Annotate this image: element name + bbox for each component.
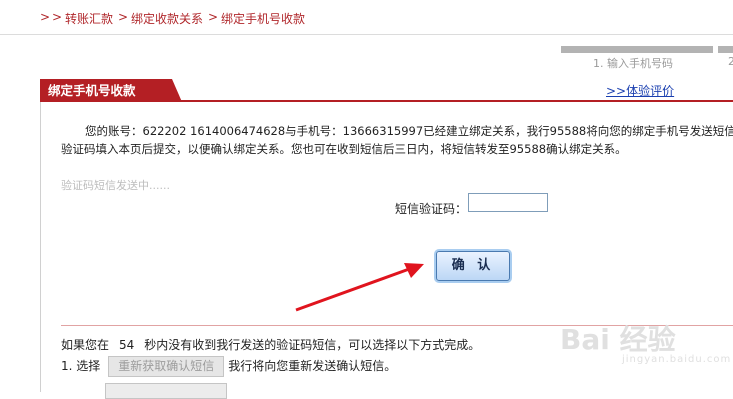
step-label-1: 1. 输入手机号码 [593, 57, 673, 70]
option1-suffix: 我行将向您重新发送确认短信。 [228, 359, 397, 373]
sms-code-label: 短信验证码： [395, 202, 468, 216]
resend-sms-button[interactable]: 重新获取确认短信 [108, 356, 225, 377]
fallback-option-1: 1. 选择 重新获取确认短信 我行将向您重新发送确认短信。 [61, 356, 396, 377]
breadcrumb-arrow: > [40, 10, 51, 24]
sms-code-input[interactable] [468, 193, 548, 212]
breadcrumb-arrow: > [52, 10, 63, 24]
confirm-button[interactable]: 确 认 [436, 251, 510, 281]
step-progress-bar [561, 46, 713, 53]
rate-experience-link[interactable]: >>体验评价 [606, 82, 674, 99]
step-progress-bar [718, 46, 733, 53]
message-line-1: 您的账号：622202 1614006474628与手机号：1366631599… [85, 124, 733, 138]
message-line-2: 验证码填入本页后提交，以便确认绑定关系。您也可在收到短信后三日内，将短信转发至9… [61, 142, 627, 156]
breadcrumb-arrow: > [208, 10, 219, 24]
content-border [40, 102, 41, 392]
tab-tail-decoration [172, 79, 182, 102]
fallback-option-2 [61, 381, 251, 399]
baidu-watermark: Bai 经验 jingyan.baidu.com [560, 323, 732, 365]
breadcrumb-item-bind-phone: 绑定手机号收款 [221, 12, 306, 26]
step-label-2: 2 [728, 55, 733, 68]
tab-bind-phone: 绑定手机号收款 [40, 79, 172, 102]
sms-sending-status: 验证码短信发送中...... [61, 179, 170, 192]
breadcrumb-arrow: > [118, 10, 129, 24]
breadcrumb-item-bind-relation[interactable]: 绑定收款关系 [131, 10, 203, 27]
breadcrumb: > > 转账汇款 > 绑定收款关系 > 绑定手机号收款 [0, 0, 733, 35]
fallback-prefix: 如果您在 [61, 338, 110, 352]
red-arrow-annotation [295, 263, 424, 312]
option1-prefix: 1. 选择 [61, 359, 101, 373]
fallback-suffix: 秒内没有收到我行发送的验证码短信，可以选择以下方式完成。 [144, 338, 481, 352]
countdown-seconds: 54 [119, 338, 135, 352]
option2-button[interactable] [105, 383, 227, 399]
breadcrumb-item-transfer[interactable]: 转账汇款 [65, 10, 113, 27]
fallback-notice: 如果您在 54 秒内没有收到我行发送的验证码短信，可以选择以下方式完成。 [61, 336, 480, 353]
